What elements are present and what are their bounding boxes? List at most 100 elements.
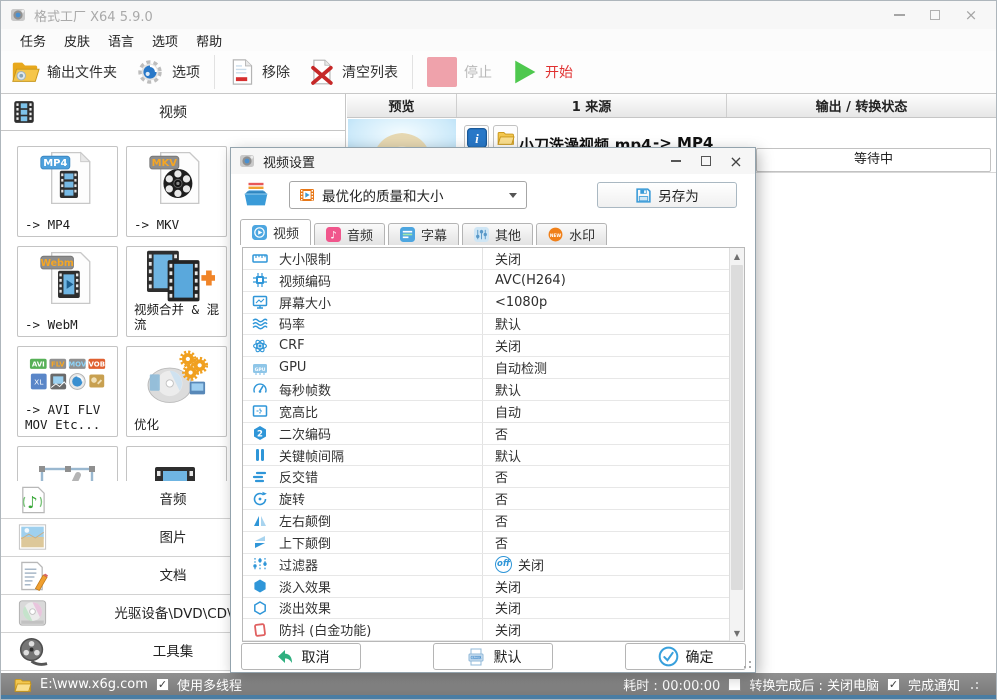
window-resize-grip[interactable] [968, 679, 978, 689]
format-tile--WebM[interactable]: Webm -> WebM [17, 246, 118, 337]
tile-label: 优化 [134, 417, 160, 433]
setting-row-keyframe-interval[interactable]: 关键帧间隔 默认 [243, 444, 729, 467]
format-tile-tile-crop[interactable] [17, 446, 118, 481]
tile-mp4-icon: MP4 [18, 147, 117, 207]
setting-row-bitrate[interactable]: 码率 默认 [243, 313, 729, 336]
setting-row-fps[interactable]: 每秒帧数 默认 [243, 379, 729, 401]
multithread-checkbox[interactable]: ✓ [155, 677, 169, 691]
setting-row-encoder[interactable]: 视频编码 AVC(H264) [243, 269, 729, 292]
setting-value: 关闭 [495, 624, 522, 640]
profile-tray-icon [241, 180, 271, 210]
shutdown-checkbox[interactable] [728, 677, 742, 691]
dialog-maximize-icon[interactable] [697, 153, 715, 169]
setting-label-cell: 反交错 [243, 466, 483, 488]
menu-item-4[interactable]: 帮助 [187, 29, 231, 52]
close-icon[interactable]: × [960, 6, 982, 24]
options-button[interactable]: 选项 [126, 55, 209, 89]
setting-row-aspect-ratio[interactable]: 宽高比 自动 [243, 400, 729, 423]
dialog-minimize-icon[interactable] [667, 153, 685, 169]
setting-value-cell: 自动检测 [483, 358, 547, 377]
setting-row-flip-horizontal[interactable]: 左右颠倒 否 [243, 510, 729, 532]
task-table-header: 预览 1 来源 输出 / 转换状态 [347, 94, 996, 118]
start-button[interactable]: 开始 [501, 56, 582, 88]
tab-audio-icon: ♪ [326, 227, 342, 242]
tile-webm-icon: Webm [18, 247, 117, 307]
setting-row-two-pass[interactable]: 2 二次编码 否 [243, 422, 729, 445]
tab-字幕[interactable]: 字幕 [388, 223, 460, 245]
tab-水印[interactable]: NEW 水印 [536, 223, 608, 245]
setting-value: 否 [495, 493, 509, 509]
remove-button[interactable]: 移除 [220, 56, 299, 88]
scroll-up-icon[interactable]: ▲ [730, 248, 744, 264]
default-button[interactable]: DEFAULT 默认 [433, 643, 553, 670]
ok-button[interactable]: 确定 [625, 643, 746, 670]
menu-item-3[interactable]: 选项 [143, 29, 187, 52]
setting-row-rotate[interactable]: 旋转 否 [243, 488, 729, 511]
dialog-close-icon[interactable]: × [727, 152, 745, 171]
save-as-button[interactable]: 另存为 [597, 182, 737, 208]
window-bottom-edge [1, 695, 996, 699]
setting-row-fade-out[interactable]: 淡出效果 关闭 [243, 597, 729, 620]
off-badge-icon: off [495, 555, 512, 573]
scrollbar-thumb[interactable] [731, 265, 743, 590]
sidebar-section-video[interactable]: 视频 [1, 94, 345, 131]
setting-row-screen-size[interactable]: 屏幕大小 <1080p [243, 291, 729, 314]
preset-select[interactable]: 最优化的质量和大小 [289, 181, 527, 209]
dialog-resize-grip[interactable] [749, 666, 751, 668]
format-tile-视频合并-混流[interactable]: 视频合并 & 混流 [126, 246, 227, 337]
setting-row-flip-vertical[interactable]: 上下颠倒 否 [243, 531, 729, 554]
setting-row-stabilize[interactable]: 防抖 (白金功能) 关闭 [243, 619, 729, 641]
setting-row-deinterlace[interactable]: 反交错 否 [243, 466, 729, 489]
cancel-button[interactable]: 取消 [241, 643, 361, 670]
setting-label-cell: 防抖 (白金功能) [243, 619, 483, 641]
scroll-down-icon[interactable]: ▼ [730, 625, 744, 641]
setting-label-cell: 淡出效果 [243, 597, 483, 619]
column-preview: 预览 [347, 94, 457, 117]
tab-视频[interactable]: 视频 [240, 219, 312, 245]
menu-item-1[interactable]: 皮肤 [55, 29, 99, 52]
clear-list-button[interactable]: 清空列表 [299, 56, 407, 88]
elapsed-time: 耗时 : 00:00:00 [623, 678, 721, 694]
setting-label: 屏幕大小 [279, 296, 332, 312]
svg-text:GPU: GPU [255, 366, 266, 372]
menu-item-2[interactable]: 语言 [99, 29, 143, 52]
menu-item-0[interactable]: 任务 [11, 29, 55, 52]
format-tile-tile-mux[interactable] [126, 446, 227, 481]
fps-icon [252, 381, 268, 397]
setting-value-cell: 关闭 [483, 620, 521, 639]
screen-size-icon [252, 294, 268, 310]
setting-row-fade-in[interactable]: 淡入效果 关闭 [243, 575, 729, 598]
ok-label: 确定 [685, 649, 714, 666]
tab-其他[interactable]: 其他 [462, 223, 534, 245]
setting-value: AVC(H264) [495, 272, 566, 288]
setting-row-filter[interactable]: 过滤器 off 关闭 [243, 553, 729, 576]
format-tile--MP4[interactable]: MP4 -> MP4 [17, 146, 118, 237]
notify-checkbox[interactable]: ✓ [886, 677, 900, 691]
setting-row-size-limit[interactable]: 大小限制 关闭 [243, 248, 729, 270]
setting-row-gpu[interactable]: GPU GPU 自动检测 [243, 357, 729, 380]
dialog-toolbar: 最优化的质量和大小 另存为 [239, 180, 747, 212]
minimize-icon[interactable] [888, 6, 910, 24]
setting-value: 否 [495, 536, 509, 552]
tab-other-icon [474, 227, 490, 242]
output-folder-button[interactable]: 输出文件夹 [1, 55, 126, 89]
stop-button[interactable]: 停止 [418, 55, 501, 89]
keyframe-interval-icon [252, 447, 268, 463]
tile-crop-icon [18, 447, 117, 481]
format-tile--AVI-FLV-MOV-Etc-[interactable]: AVI FLV MOV VOB XL -> AVI FLV MOV Etc... [17, 346, 118, 437]
setting-row-crf[interactable]: CRF 关闭 [243, 335, 729, 358]
dialog-title: 视频设置 [263, 155, 316, 171]
clear-list-label: 清空列表 [342, 65, 398, 81]
scrollbar[interactable]: ▲ ▼ [729, 248, 744, 641]
tile-mkv-icon: MKV [127, 147, 226, 207]
tab-音频[interactable]: ♪ 音频 [314, 223, 386, 245]
tile-optimize-icon [127, 347, 226, 407]
setting-label: 大小限制 [279, 252, 332, 268]
tile-label: 视频合并 & 混流 [134, 301, 220, 333]
app-logo-icon [10, 7, 26, 23]
format-tile--MKV[interactable]: MKV -> MKV [126, 146, 227, 237]
tile-label: -> MKV [134, 217, 180, 233]
maximize-icon[interactable] [924, 6, 946, 24]
output-path[interactable]: E:\www.x6g.com [40, 677, 148, 692]
format-tile-优化[interactable]: 优化 [126, 346, 227, 437]
